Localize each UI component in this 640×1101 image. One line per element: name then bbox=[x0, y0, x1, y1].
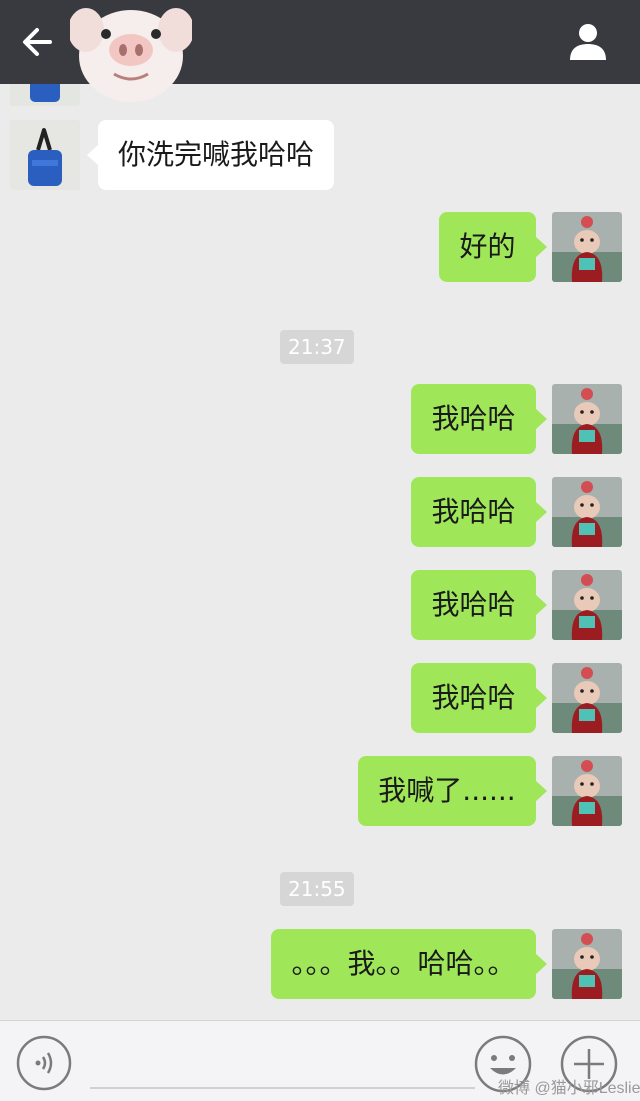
my-avatar[interactable] bbox=[552, 929, 622, 999]
my-avatar[interactable] bbox=[552, 384, 622, 454]
sent-message-bubble[interactable]: 我哈哈 bbox=[411, 477, 547, 547]
my-avatar[interactable] bbox=[552, 663, 622, 733]
my-avatar[interactable] bbox=[552, 212, 622, 282]
my-avatar[interactable] bbox=[552, 756, 622, 826]
my-avatar[interactable] bbox=[552, 570, 622, 640]
chat-profile-button[interactable] bbox=[566, 20, 610, 64]
my-avatar[interactable] bbox=[552, 477, 622, 547]
sent-message-bubble[interactable]: 好的 bbox=[439, 212, 547, 282]
sent-message-bubble[interactable]: 我哈哈 bbox=[411, 570, 547, 640]
arrow-left-icon bbox=[23, 28, 52, 56]
sent-message-bubble[interactable]: 我哈哈 bbox=[411, 384, 547, 454]
message-input[interactable] bbox=[90, 1087, 475, 1089]
sent-message-bubble[interactable]: 。。。我。。哈哈。。 bbox=[271, 929, 547, 999]
timestamp: 21:37 bbox=[280, 330, 354, 364]
chat-area[interactable]: 你洗完喊我哈哈 好的 21:37 我哈哈 我哈哈 我哈哈 我哈哈 我喊了....… bbox=[0, 84, 640, 1020]
voice-button[interactable] bbox=[16, 1035, 72, 1091]
timestamp: 21:55 bbox=[280, 872, 354, 906]
contact-avatar[interactable] bbox=[10, 120, 80, 190]
person-icon bbox=[570, 24, 606, 60]
watermark: 微博 @猫小邪Leslie bbox=[498, 1080, 640, 1097]
received-message-bubble[interactable]: 你洗完喊我哈哈 bbox=[86, 120, 335, 190]
sent-message-bubble[interactable]: 我哈哈 bbox=[411, 663, 547, 733]
voice-icon bbox=[16, 1035, 72, 1091]
sent-message-bubble[interactable]: 我喊了...... bbox=[358, 756, 547, 826]
contact-avatar[interactable] bbox=[10, 84, 80, 106]
back-button[interactable] bbox=[18, 20, 62, 64]
